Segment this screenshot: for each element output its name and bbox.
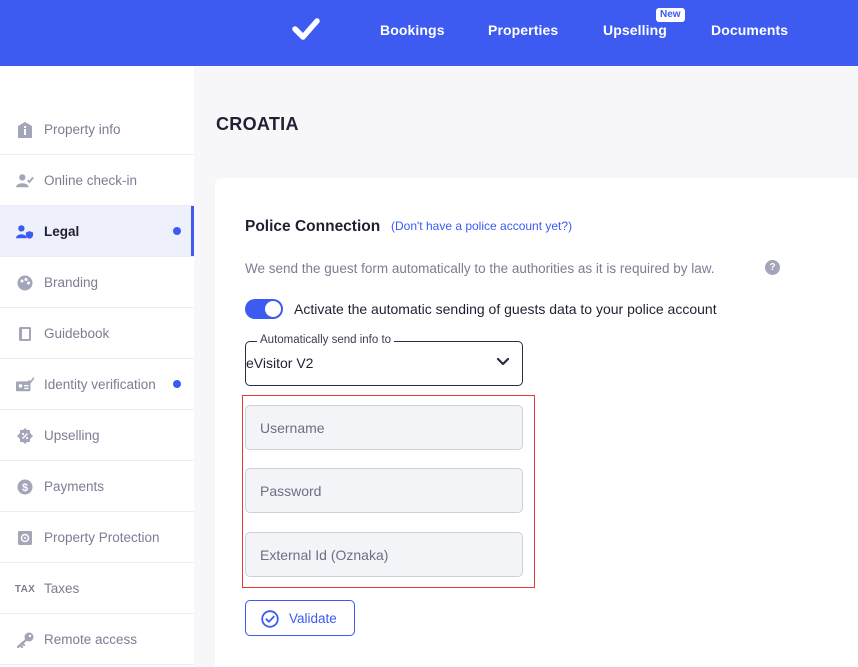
new-badge: New	[656, 8, 685, 22]
info-icon	[16, 121, 34, 139]
notification-dot	[173, 380, 181, 388]
sidebar-item-upselling[interactable]: Upselling	[0, 410, 194, 461]
sidebar-item-label: Identity verification	[44, 376, 156, 392]
check-circle-icon	[261, 610, 279, 628]
sidebar-item-branding[interactable]: Branding	[0, 257, 194, 308]
nav-documents[interactable]: Documents	[711, 22, 788, 38]
sidebar-item-taxes[interactable]: TAX Taxes	[0, 563, 194, 614]
sidebar-item-label: Property Protection	[44, 529, 160, 545]
password-field[interactable]	[245, 468, 523, 513]
sidebar-item-label: Legal	[44, 223, 80, 239]
sidebar-item-label: Property info	[44, 121, 121, 137]
select-value: eVisitor V2	[246, 355, 314, 371]
help-icon[interactable]: ?	[765, 260, 780, 275]
sidebar-item-identity-verification[interactable]: Identity verification	[0, 359, 194, 410]
sidebar-item-remote-access[interactable]: Remote access	[0, 614, 194, 665]
percent-badge-icon	[16, 427, 34, 445]
sidebar-item-label: Taxes	[44, 580, 80, 596]
sidebar-item-guidebook[interactable]: Guidebook	[0, 308, 194, 359]
chevron-down-icon[interactable]	[496, 357, 510, 367]
external-id-field[interactable]	[245, 532, 523, 577]
sidebar-item-online-check-in[interactable]: Online check-in	[0, 155, 194, 206]
key-icon	[16, 631, 34, 649]
sidebar-item-label: Remote access	[44, 631, 138, 647]
sidebar-item-legal[interactable]: Legal	[0, 206, 194, 257]
sidebar-item-label: Online check-in	[44, 172, 138, 188]
nav-bookings[interactable]: Bookings	[380, 22, 445, 38]
user-shield-icon	[16, 223, 34, 241]
sidebar-item-payments[interactable]: $ Payments	[0, 461, 194, 512]
sidebar-item-label: Guidebook	[44, 325, 110, 341]
auto-send-toggle-label: Activate the automatic sending of guests…	[294, 301, 717, 317]
safe-icon	[16, 529, 34, 547]
validate-button[interactable]: Validate	[245, 600, 355, 636]
page-title: CROATIA	[216, 114, 299, 134]
sidebar-item-label: Branding	[44, 274, 99, 290]
settings-sidebar: Property info Online check-in Legal Bran…	[0, 66, 194, 667]
select-legend: Automatically send info to	[257, 334, 395, 346]
book-icon	[16, 325, 34, 343]
section-title: Police Connection	[245, 218, 381, 235]
auto-send-toggle[interactable]	[245, 299, 283, 319]
tax-icon: TAX	[14, 583, 36, 595]
nav-properties[interactable]: Properties	[488, 22, 558, 38]
nav-upselling[interactable]: Upselling	[603, 22, 667, 38]
dollar-icon: $	[16, 478, 34, 496]
validate-button-label: Validate	[289, 611, 337, 626]
username-field[interactable]	[245, 405, 523, 450]
id-card-icon	[16, 376, 34, 394]
sidebar-item-label: Payments	[44, 478, 105, 494]
sidebar-item-property-info[interactable]: Property info	[0, 104, 194, 155]
checkmark-icon[interactable]	[292, 17, 320, 41]
sidebar-item-label: Upselling	[44, 427, 100, 443]
svg-text:$: $	[22, 482, 28, 494]
notification-dot	[173, 227, 181, 235]
user-check-icon	[16, 172, 34, 190]
toggle-knob	[265, 301, 281, 317]
section-description: We send the guest form automatically to …	[245, 261, 715, 276]
no-police-account-link[interactable]: (Don't have a police account yet?)	[391, 219, 572, 233]
palette-icon	[16, 274, 34, 292]
top-navigation-bar: Bookings Properties Upselling New Docume…	[0, 0, 858, 66]
sidebar-item-property-protection[interactable]: Property Protection	[0, 512, 194, 563]
